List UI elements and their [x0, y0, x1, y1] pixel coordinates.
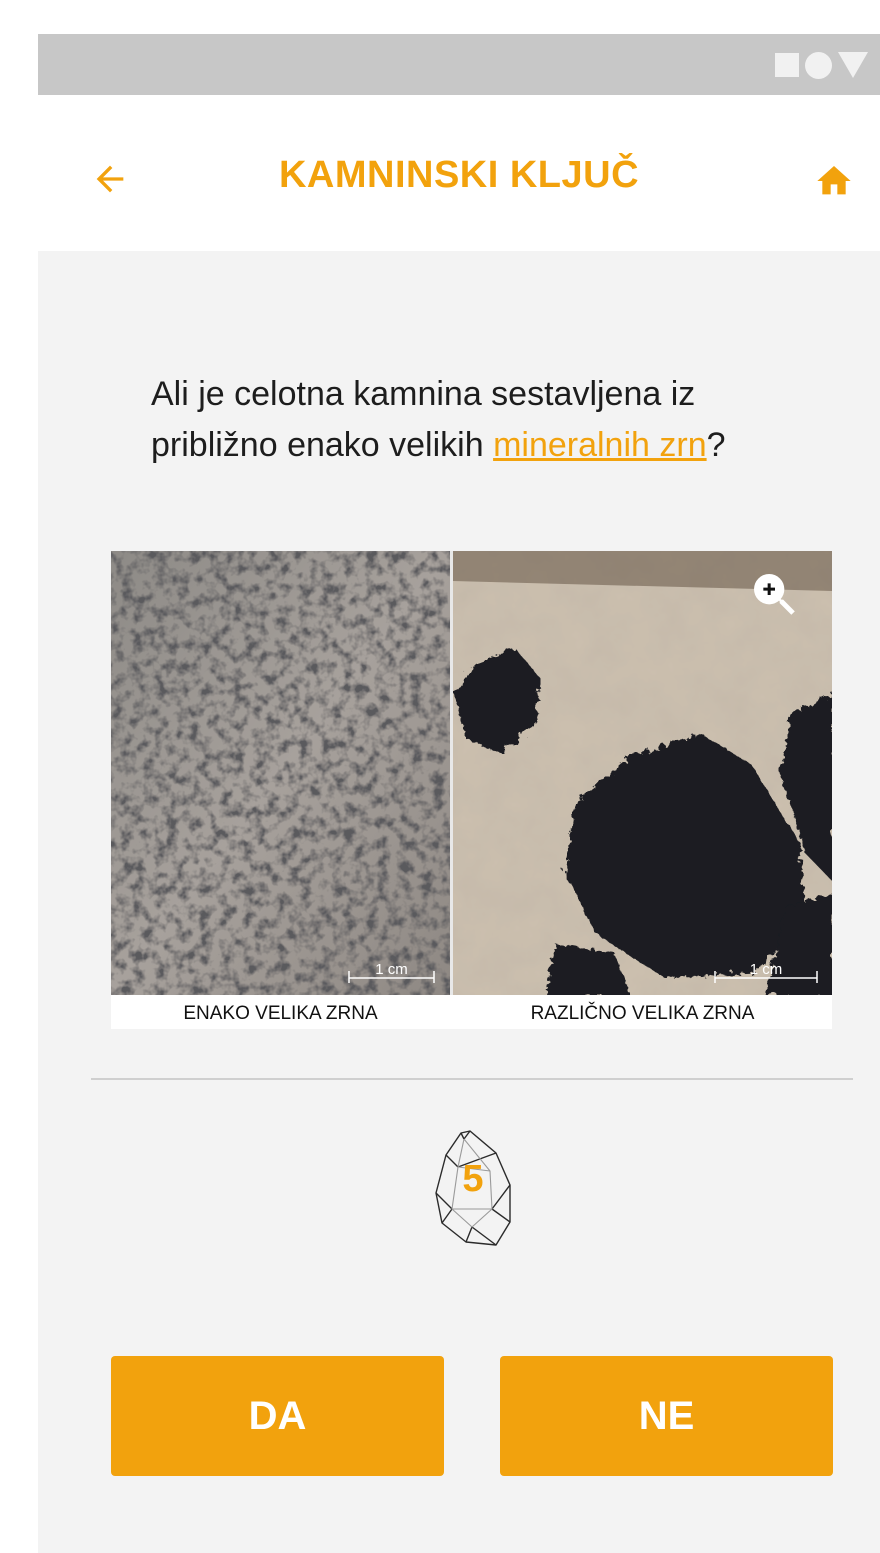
photo-equal-grains: 1 cm	[111, 551, 450, 995]
question-text-after: ?	[706, 426, 726, 464]
status-icons	[775, 51, 868, 79]
app-bar: KAMNINSKI KLJUČ	[38, 95, 880, 251]
home-button[interactable]	[814, 161, 854, 201]
circle-icon	[805, 51, 832, 79]
section-divider	[91, 1078, 853, 1080]
scale-label: 1 cm	[750, 961, 783, 978]
page-title: KAMNINSKI KLJUČ	[278, 154, 640, 196]
scale-label: 1 cm	[375, 961, 408, 978]
triangle-icon	[838, 52, 868, 78]
main-content: Ali je celotna kamnina sestavljena iz pr…	[38, 251, 880, 1553]
phone-screen: KAMNINSKI KLJUČ Ali je celotna kamnina s…	[38, 34, 880, 1553]
question-text: Ali je celotna kamnina sestavljena iz pr…	[151, 369, 811, 471]
square-icon	[775, 53, 799, 77]
step-number: 5	[462, 1158, 484, 1200]
comparison-figure[interactable]: 1 cm 1 cm ENAKO VELIKA ZRNA RAZLIČNO VEL…	[111, 551, 832, 1029]
zoom-button[interactable]	[747, 567, 803, 623]
caption-different-grains: RAZLIČNO VELIKA ZRNA	[530, 1003, 755, 1024]
caption-equal-grains: ENAKO VELIKA ZRNA	[183, 1003, 378, 1024]
home-icon	[817, 166, 851, 195]
mineral-grains-link[interactable]: mineralnih zrn	[493, 426, 707, 464]
status-bar	[38, 34, 880, 95]
step-indicator: 5	[428, 1127, 518, 1251]
no-button[interactable]: NE	[500, 1356, 833, 1476]
yes-button[interactable]: DA	[111, 1356, 444, 1476]
zoom-in-icon	[754, 574, 795, 615]
